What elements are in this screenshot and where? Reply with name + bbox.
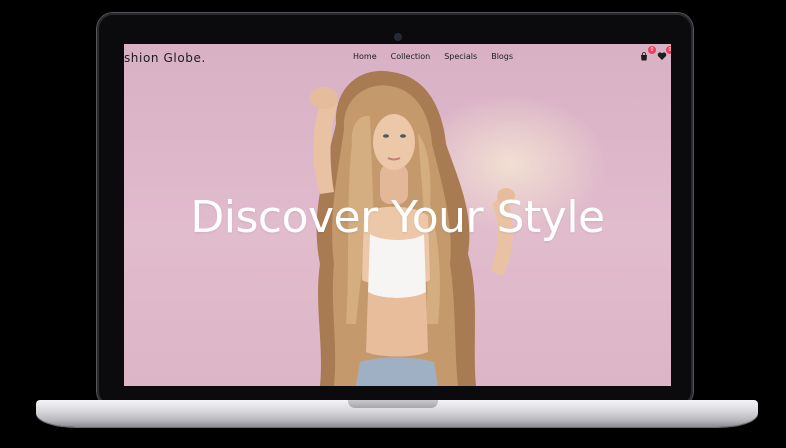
nav-collection[interactable]: Collection — [391, 52, 431, 61]
nav-specials[interactable]: Specials — [444, 52, 477, 61]
webcam — [395, 34, 401, 40]
wishlist-button[interactable]: 0 — [657, 46, 671, 61]
bag-icon — [641, 52, 647, 61]
laptop-mockup: ashion Globe. Home Collection Specials B… — [0, 0, 786, 448]
header-icons: 0 0 — [639, 46, 671, 61]
main-menu: Home Collection Specials Blogs — [353, 52, 513, 61]
cart-count-badge: 0 — [648, 46, 656, 54]
screen-bezel-bottom — [108, 386, 682, 399]
wishlist-count-badge: 0 — [666, 46, 671, 54]
site-navbar: ashion Globe. Home Collection Specials B… — [124, 44, 671, 70]
cart-button[interactable]: 0 — [639, 46, 656, 61]
site-logo[interactable]: ashion Globe. — [124, 51, 206, 65]
nav-blogs[interactable]: Blogs — [491, 52, 513, 61]
heart-icon — [657, 52, 667, 60]
nav-home[interactable]: Home — [353, 52, 377, 61]
hero-headline: Discover Your Style — [190, 192, 605, 243]
laptop-screen: ashion Globe. Home Collection Specials B… — [124, 44, 671, 386]
laptop-opening-notch — [348, 400, 438, 408]
